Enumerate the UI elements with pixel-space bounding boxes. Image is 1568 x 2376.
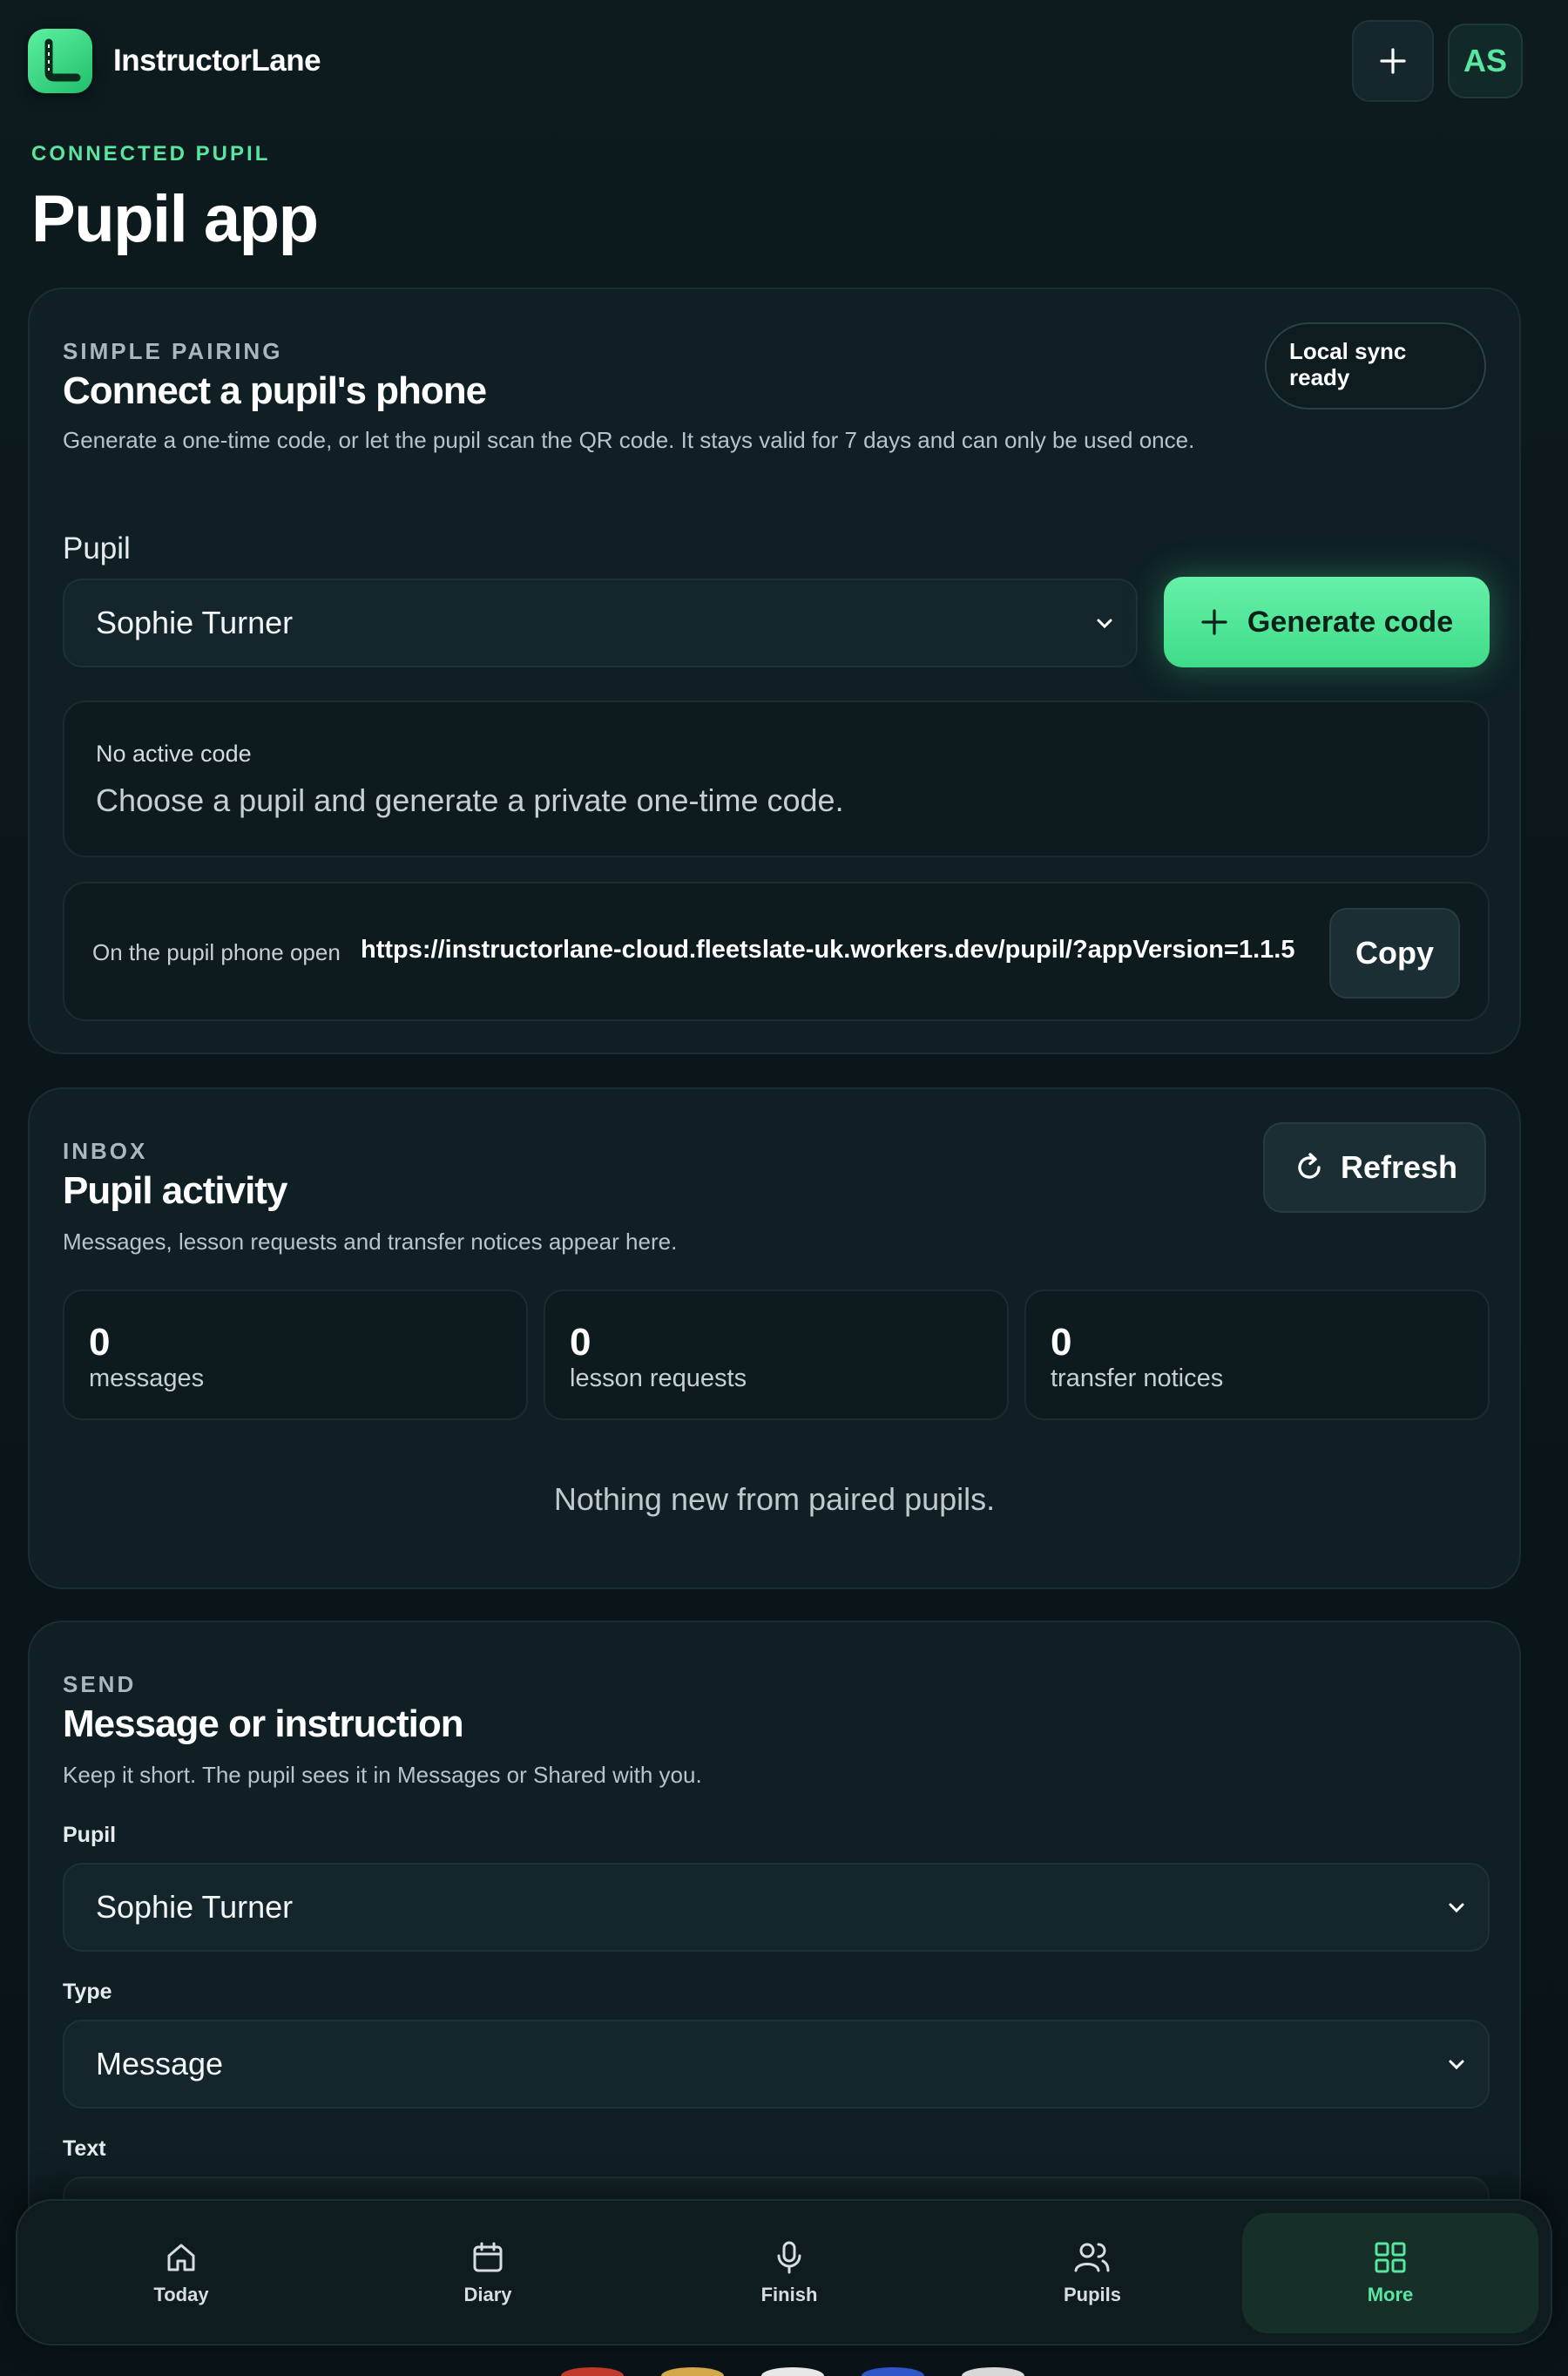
code-status-panel: No active code Choose a pupil and genera… xyxy=(63,701,1490,857)
inbox-eyebrow: INBOX xyxy=(63,1138,148,1164)
type-label: Type xyxy=(63,1980,112,2004)
refresh-button[interactable]: Refresh xyxy=(1263,1122,1486,1213)
pairing-title: Connect a pupil's phone xyxy=(63,369,487,412)
stat-label: messages xyxy=(89,1364,205,1392)
stat-label: transfer notices xyxy=(1051,1364,1224,1392)
pairing-card: SIMPLE PAIRING Connect a pupil's phone G… xyxy=(28,288,1521,1054)
nav-item-today[interactable]: Today xyxy=(33,2213,329,2333)
url-prefix: On the pupil phone open xyxy=(92,939,341,965)
send-description: Keep it short. The pupil sees it in Mess… xyxy=(63,1762,702,1788)
chevron-down-icon xyxy=(1449,2060,1464,2070)
add-button[interactable] xyxy=(1352,20,1434,102)
pairing-eyebrow: SIMPLE PAIRING xyxy=(63,338,283,364)
send-card: SEND Message or instruction Keep it shor… xyxy=(28,1621,1521,2285)
inbox-description: Messages, lesson requests and transfer n… xyxy=(63,1229,678,1255)
nav-item-finish[interactable]: Finish xyxy=(641,2213,937,2333)
copy-button[interactable]: Copy xyxy=(1329,908,1460,998)
page-title: Pupil app xyxy=(31,182,319,256)
inbox-empty-state: Nothing new from paired pupils. xyxy=(553,1481,996,1517)
stat-label: lesson requests xyxy=(570,1364,747,1392)
send-eyebrow: SEND xyxy=(63,1671,137,1697)
app-logo xyxy=(28,29,92,93)
pairing-description: Generate a one-time code, or let the pup… xyxy=(63,427,1195,453)
sync-status-badge: Local sync ready xyxy=(1265,322,1486,410)
calendar-icon xyxy=(473,2242,503,2272)
microphone-icon xyxy=(777,2241,801,2274)
stat-messages: 0 messages xyxy=(63,1290,528,1420)
nav-item-more[interactable]: More xyxy=(1242,2213,1538,2333)
dock-app-icons xyxy=(561,2367,1024,2376)
nav-item-diary[interactable]: Diary xyxy=(340,2213,636,2333)
type-select[interactable]: Message xyxy=(63,2020,1490,2109)
home-icon xyxy=(167,2244,195,2271)
code-status-title: No active code xyxy=(96,741,252,767)
stat-count: 0 xyxy=(570,1321,591,1364)
pupil-url-panel: On the pupil phone open https://instruct… xyxy=(63,882,1490,1021)
send-pupil-value: Sophie Turner xyxy=(96,1889,294,1925)
bottom-navigation: Today Diary Finish Pupils More xyxy=(16,2199,1552,2346)
plus-icon xyxy=(1380,48,1406,74)
nav-label: Today xyxy=(153,2284,209,2305)
avatar[interactable]: AS xyxy=(1448,24,1523,98)
nav-label: Pupils xyxy=(1063,2284,1121,2305)
refresh-label: Refresh xyxy=(1340,1149,1458,1185)
stat-transfer-notices: 0 transfer notices xyxy=(1024,1290,1490,1420)
grid-icon xyxy=(1375,2242,1406,2273)
nav-item-pupils[interactable]: Pupils xyxy=(944,2213,1240,2333)
stat-count: 0 xyxy=(89,1321,111,1364)
brand-name: InstructorLane xyxy=(113,44,321,78)
inbox-title: Pupil activity xyxy=(63,1169,287,1212)
pupil-label: Pupil xyxy=(63,531,131,565)
inbox-card: INBOX Pupil activity Messages, lesson re… xyxy=(28,1087,1521,1589)
refresh-icon xyxy=(1298,1153,1321,1179)
nav-label: Finish xyxy=(760,2284,818,2305)
page-eyebrow: CONNECTED PUPIL xyxy=(31,142,271,166)
text-label: Text xyxy=(63,2136,106,2161)
users-icon xyxy=(1074,2243,1110,2272)
pupil-select[interactable]: Sophie Turner xyxy=(63,579,1138,667)
top-bar: InstructorLane AS xyxy=(28,20,1523,102)
type-select-value: Message xyxy=(96,2046,224,2082)
chevron-down-icon xyxy=(1449,1903,1464,1913)
code-status-text: Choose a pupil and generate a private on… xyxy=(96,782,844,818)
send-pupil-label: Pupil xyxy=(63,1823,117,1847)
plus-icon xyxy=(1201,609,1227,635)
generate-code-button[interactable]: Generate code xyxy=(1164,577,1490,667)
nav-label: More xyxy=(1367,2284,1414,2305)
pupil-app-url[interactable]: https://instructorlane-cloud.fleetslate-… xyxy=(361,936,1294,965)
send-title: Message or instruction xyxy=(63,1702,464,1745)
stat-count: 0 xyxy=(1051,1321,1072,1364)
nav-label: Diary xyxy=(463,2284,512,2305)
pupil-select-value: Sophie Turner xyxy=(96,605,294,640)
stat-lesson-requests: 0 lesson requests xyxy=(544,1290,1009,1420)
generate-code-label: Generate code xyxy=(1247,605,1454,639)
chevron-down-icon xyxy=(1097,619,1112,629)
send-pupil-select[interactable]: Sophie Turner xyxy=(63,1863,1490,1952)
